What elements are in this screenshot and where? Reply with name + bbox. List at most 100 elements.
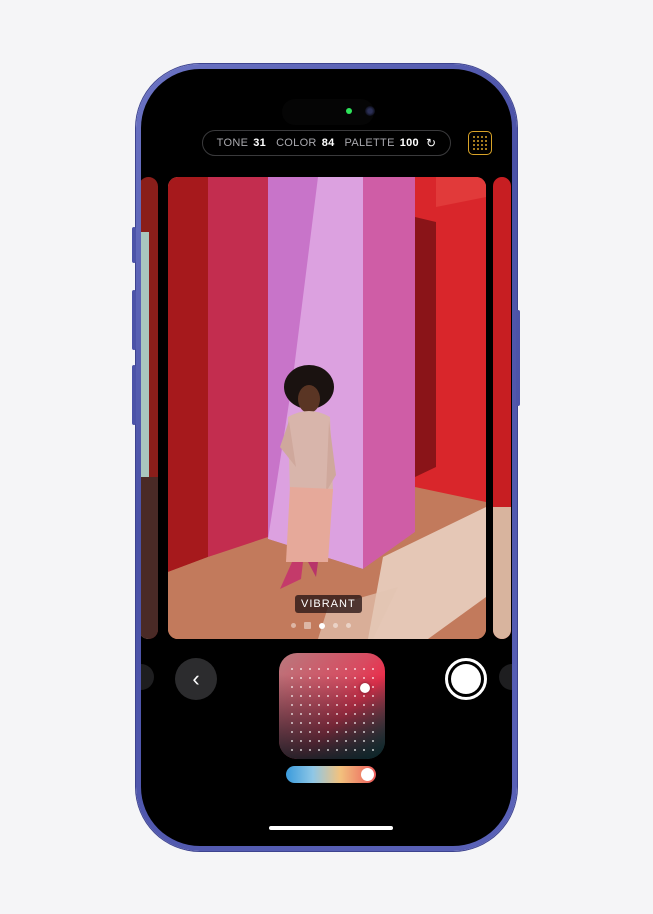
camera-indicator-dot xyxy=(346,108,352,114)
pad-dot xyxy=(318,704,320,706)
pad-dot xyxy=(363,677,365,679)
pad-dot xyxy=(318,740,320,742)
pad-dot xyxy=(345,713,347,715)
phone-frame: TONE 31 COLOR 84 PALETTE 100 ↻ VIBRANT ‹ xyxy=(136,64,517,851)
pad-dot xyxy=(309,704,311,706)
pad-dot xyxy=(345,731,347,733)
tone-control[interactable]: TONE 31 xyxy=(217,137,266,149)
pad-dot xyxy=(363,713,365,715)
next-preview-image xyxy=(493,177,511,639)
shutter-button[interactable] xyxy=(445,658,487,700)
pad-dot xyxy=(291,695,293,697)
pad-dot xyxy=(327,677,329,679)
pad-dot xyxy=(318,695,320,697)
pad-dot xyxy=(345,677,347,679)
pad-dot xyxy=(309,731,311,733)
pad-dot xyxy=(327,704,329,706)
pad-dot xyxy=(318,749,320,751)
pad-dot xyxy=(300,749,302,751)
pad-dot xyxy=(372,731,374,733)
color-value: 84 xyxy=(321,137,335,149)
pad-dot xyxy=(354,713,356,715)
palette-label: PALETTE xyxy=(344,137,395,149)
pad-dot xyxy=(372,677,374,679)
pad-dot xyxy=(345,740,347,742)
pad-dot xyxy=(354,668,356,670)
pad-dot xyxy=(336,722,338,724)
pad-dot xyxy=(309,695,311,697)
pad-dot xyxy=(336,677,338,679)
pad-dot xyxy=(372,704,374,706)
power-button[interactable] xyxy=(516,310,520,406)
pad-dot xyxy=(372,668,374,670)
palette-slider[interactable] xyxy=(286,766,376,783)
pad-dot xyxy=(363,695,365,697)
page-indicator[interactable] xyxy=(291,622,351,629)
pad-dot xyxy=(372,695,374,697)
pad-dot xyxy=(336,731,338,733)
pad-dot xyxy=(354,722,356,724)
pad-dot xyxy=(345,695,347,697)
pad-dot xyxy=(345,749,347,751)
reset-icon[interactable]: ↻ xyxy=(426,136,436,150)
volume-up-button[interactable] xyxy=(132,290,136,350)
pad-dot xyxy=(291,731,293,733)
pad-dot xyxy=(309,668,311,670)
pad-dot xyxy=(300,695,302,697)
page-dot[interactable] xyxy=(346,623,351,628)
adjustment-bar[interactable]: TONE 31 COLOR 84 PALETTE 100 ↻ xyxy=(202,130,451,156)
action-button[interactable] xyxy=(132,227,136,263)
pad-dot xyxy=(309,686,311,688)
shutter-icon xyxy=(451,664,481,694)
pad-dot xyxy=(318,677,320,679)
pad-dot xyxy=(309,713,311,715)
back-button[interactable]: ‹ xyxy=(175,658,217,700)
pad-dot xyxy=(318,668,320,670)
pad-dot xyxy=(354,686,356,688)
pad-dot xyxy=(327,713,329,715)
pad-dot xyxy=(327,740,329,742)
page-dot[interactable] xyxy=(333,623,338,628)
pad-dot xyxy=(372,713,374,715)
pad-dot xyxy=(291,740,293,742)
next-control-edge xyxy=(499,664,512,690)
palette-control[interactable]: PALETTE 100 ↻ xyxy=(345,136,437,150)
pad-dot xyxy=(309,677,311,679)
pad-dot xyxy=(363,740,365,742)
pad-dot xyxy=(309,740,311,742)
pad-dot xyxy=(291,677,293,679)
pad-dot xyxy=(291,749,293,751)
photo-preview[interactable] xyxy=(168,177,486,639)
pad-knob[interactable] xyxy=(360,683,370,693)
pad-dot xyxy=(345,722,347,724)
pad-dot xyxy=(336,686,338,688)
color-control[interactable]: COLOR 84 xyxy=(276,137,334,149)
page-dot[interactable] xyxy=(304,622,311,629)
previous-control-edge xyxy=(141,664,154,690)
pad-dot xyxy=(300,731,302,733)
palette-slider-knob[interactable] xyxy=(361,768,374,781)
pad-dot xyxy=(309,722,311,724)
previous-style-preview[interactable] xyxy=(141,177,158,639)
pad-dot xyxy=(318,731,320,733)
pad-dot xyxy=(336,713,338,715)
pad-dot xyxy=(327,722,329,724)
volume-down-button[interactable] xyxy=(132,365,136,425)
pad-dot xyxy=(318,713,320,715)
pad-dot xyxy=(291,722,293,724)
color-label: COLOR xyxy=(276,137,317,149)
pad-dot xyxy=(345,704,347,706)
page-dot-active[interactable] xyxy=(319,622,325,629)
tone-color-pad[interactable] xyxy=(279,653,385,759)
pad-dot xyxy=(336,704,338,706)
pad-dot xyxy=(363,749,365,751)
grid-icon[interactable] xyxy=(468,131,492,155)
next-style-preview[interactable] xyxy=(493,177,511,639)
pad-dot xyxy=(300,677,302,679)
pad-dot xyxy=(300,722,302,724)
page-dot[interactable] xyxy=(291,623,296,628)
pad-dot xyxy=(300,713,302,715)
pad-dot xyxy=(345,686,347,688)
pad-dot xyxy=(291,704,293,706)
home-indicator[interactable] xyxy=(269,826,393,830)
